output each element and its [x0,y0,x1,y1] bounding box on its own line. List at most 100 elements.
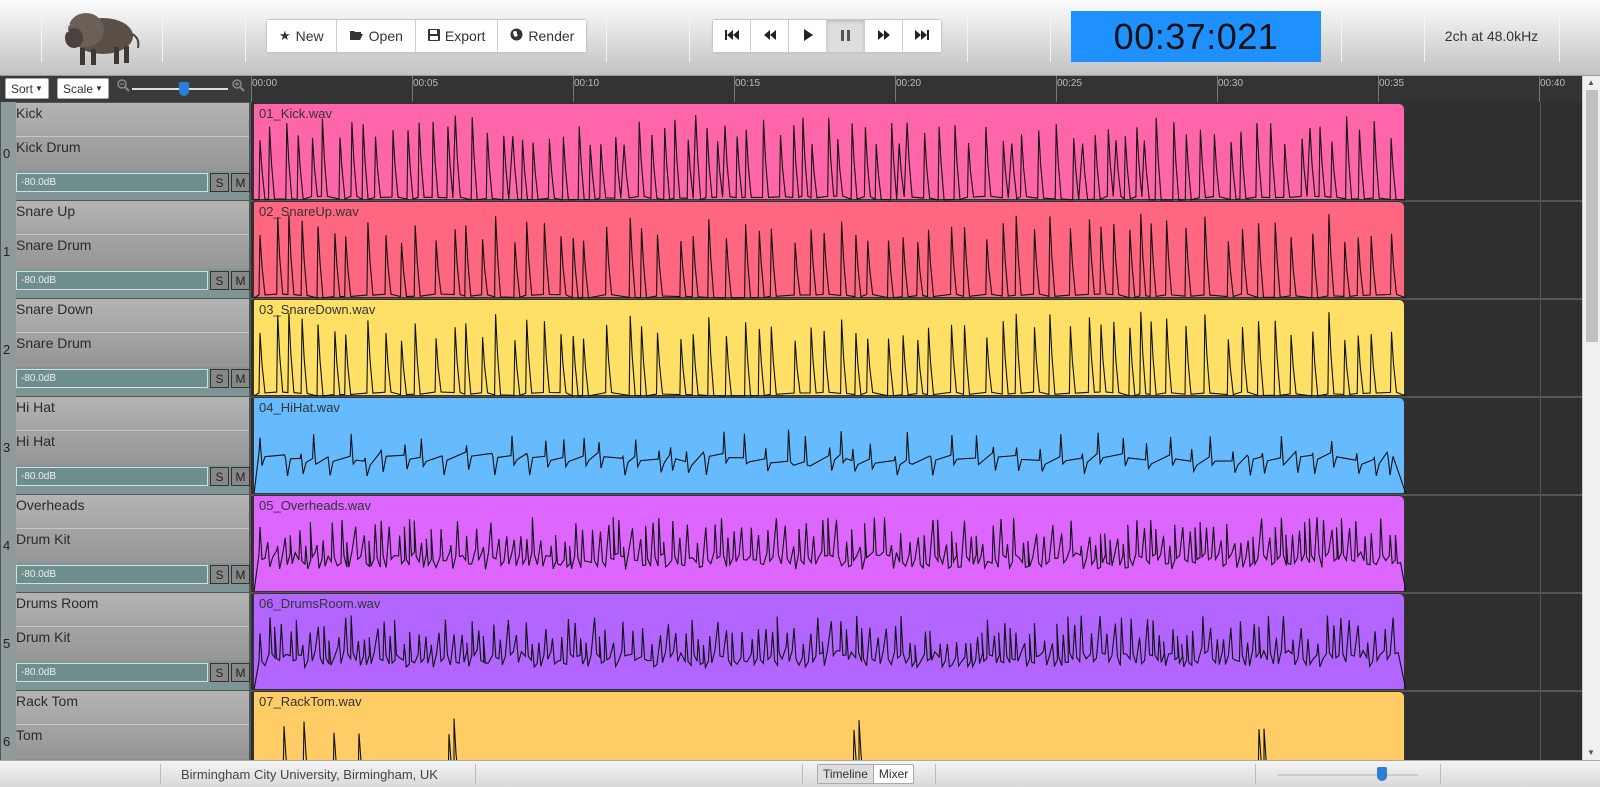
track-gain-slider[interactable]: -80.0dB [16,565,208,584]
track-lane[interactable]: 07_RackTom.wav [251,690,1582,760]
toolbar-divider [41,8,42,62]
track-instrument[interactable]: Kick Drum [16,137,249,171]
audio-clip[interactable]: 03_SnareDown.wav [253,299,1406,397]
track-name[interactable]: Overheads [16,495,249,529]
new-button[interactable]: ★ New [267,20,337,52]
zoom-out-icon[interactable] [117,79,130,95]
fast-forward-button[interactable] [865,20,903,52]
toolbar-divider [245,8,246,62]
skip-to-start-button[interactable] [713,20,751,52]
export-button[interactable]: Export [415,20,499,52]
track-index-strip [1,690,16,760]
transport-controls [712,19,942,53]
play-button[interactable] [789,20,827,52]
track-header[interactable]: 3 Hi Hat Hi Hat -80.0dB S M [0,396,251,496]
track-index: 1 [3,244,11,259]
solo-button[interactable]: S [210,369,229,388]
audio-clip[interactable]: 05_Overheads.wav [253,495,1406,593]
mute-button[interactable]: M [231,369,250,388]
track-height-slider[interactable] [1277,767,1418,781]
track-name[interactable]: Drums Room [16,593,249,627]
track-height-slider-thumb[interactable] [1376,767,1387,781]
rewind-button[interactable] [751,20,789,52]
toolbar: ★ New Open Export Render 00:37:021 2ch a… [0,0,1600,76]
track-name[interactable]: Kick [16,103,249,137]
ruler-tick-label: 00:10 [574,78,600,89]
render-button[interactable]: Render [498,20,587,52]
track-instrument[interactable]: Snare Drum [16,333,249,367]
audio-clip[interactable]: 01_Kick.wav [253,103,1406,201]
sort-dropdown[interactable]: Sort ▼ [5,78,49,99]
track-gain-slider[interactable]: -80.0dB [16,173,208,192]
track-lane[interactable]: 01_Kick.wav [251,102,1582,202]
track-gain-slider[interactable]: -80.0dB [16,467,208,486]
rewind-icon [763,29,777,44]
track-header[interactable]: 2 Snare Down Snare Drum -80.0dB S M [0,298,251,398]
track-instrument[interactable]: Drum Kit [16,627,249,661]
ruler-tick-label: 00:35 [1379,78,1405,89]
track-gain-slider[interactable]: -80.0dB [16,663,208,682]
export-label: Export [444,28,486,44]
track-instrument[interactable]: Tom [16,725,249,759]
audio-clip[interactable]: 07_RackTom.wav [253,691,1405,760]
zoom-slider[interactable] [132,82,228,96]
skip-to-end-icon [915,29,929,44]
status-divider [935,764,936,784]
track-lane[interactable]: 06_DrumsRoom.wav [251,592,1582,692]
solo-button[interactable]: S [210,663,229,682]
track-lane[interactable]: 02_SnareUp.wav [251,200,1582,300]
track-name[interactable]: Hi Hat [16,397,249,431]
waveform-path [254,213,1406,299]
scroll-up-icon[interactable]: ▲ [1587,78,1595,87]
solo-button[interactable]: S [210,271,229,290]
mute-button[interactable]: M [231,663,250,682]
mute-button[interactable]: M [231,467,250,486]
mute-button[interactable]: M [231,173,250,192]
waveform-path [254,311,1406,397]
track-name[interactable]: Rack Tom [16,691,249,725]
track-index: 0 [3,146,11,161]
scale-dropdown[interactable]: Scale ▼ [57,78,109,99]
render-label: Render [528,28,575,44]
track-header[interactable]: 4 Overheads Drum Kit -80.0dB S M [0,494,251,594]
vertical-scrollbar[interactable]: ▲ ▼ [1582,76,1600,760]
zoom-slider-thumb[interactable] [179,82,190,96]
solo-button[interactable]: S [210,565,229,584]
track-gain-slider[interactable]: -80.0dB [16,369,208,388]
track-header[interactable]: 1 Snare Up Snare Drum -80.0dB S M [0,200,251,300]
open-button[interactable]: Open [336,20,416,52]
scrollbar-thumb[interactable] [1586,90,1598,342]
skip-to-end-button[interactable] [903,20,941,52]
track-instrument[interactable]: Snare Drum [16,235,249,269]
mute-button[interactable]: M [231,271,250,290]
tracks-area[interactable]: 01_Kick.wav 02_SnareUp.wav 03_SnareDown.wa… [251,102,1582,760]
track-header[interactable]: 6Rack TomTom-80.0dBSM [0,690,251,760]
scroll-down-icon[interactable]: ▼ [1587,748,1595,757]
track-header[interactable]: 0 Kick Kick Drum -80.0dB S M [0,102,251,202]
caret-down-icon: ▼ [35,84,43,93]
audio-clip[interactable]: 04_HiHat.wav [253,397,1406,495]
track-name[interactable]: Snare Down [16,299,249,333]
timeline-view-button[interactable]: Timeline [818,765,874,783]
solo-button[interactable]: S [210,467,229,486]
track-instrument[interactable]: Drum Kit [16,529,249,563]
track-instrument[interactable]: Hi Hat [16,431,249,465]
solo-button[interactable]: S [210,173,229,192]
status-divider [475,764,476,784]
clip-filename: 05_Overheads.wav [259,498,372,513]
track-lane[interactable]: 05_Overheads.wav [251,494,1582,594]
track-gain-slider[interactable]: -80.0dB [16,271,208,290]
mixer-view-button[interactable]: Mixer [874,765,913,783]
track-lane[interactable]: 03_SnareDown.wav [251,298,1582,398]
timeline-ruler[interactable]: 00:00 00:05 00:10 00:15 00:20 00:25 00:30 00:35… [251,76,1582,102]
track-name[interactable]: Snare Up [16,201,249,235]
track-header[interactable]: 5 Drums Room Drum Kit -80.0dB S M [0,592,251,692]
audio-clip[interactable]: 02_SnareUp.wav [253,201,1406,299]
zoom-in-icon[interactable] [232,79,245,95]
pause-button[interactable] [827,20,865,52]
location-text: Birmingham City University, Birmingham, … [181,767,438,782]
audio-clip[interactable]: 06_DrumsRoom.wav [253,593,1406,691]
toolbar-divider [1341,8,1342,62]
track-lane[interactable]: 04_HiHat.wav [251,396,1582,496]
mute-button[interactable]: M [231,565,250,584]
